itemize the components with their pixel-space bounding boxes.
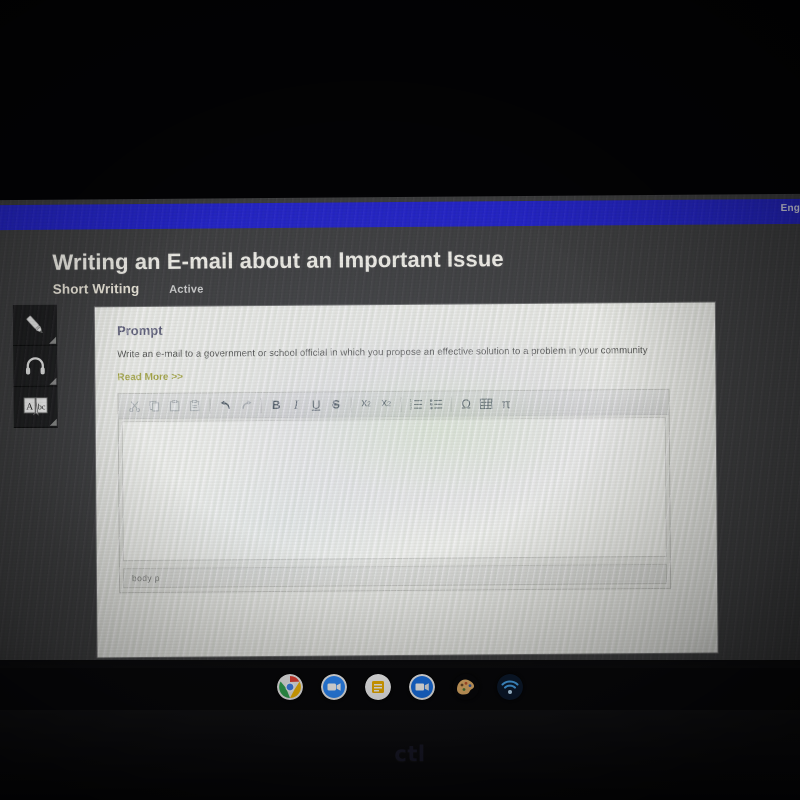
svg-text:3: 3 bbox=[410, 406, 413, 410]
tab-row: Short Writing Active bbox=[53, 281, 204, 297]
editor-element-path: body p bbox=[122, 563, 668, 589]
paste-icon[interactable] bbox=[165, 396, 184, 415]
paint-app-icon[interactable] bbox=[453, 674, 479, 700]
screen-bezel-top bbox=[0, 0, 800, 203]
copy-icon[interactable] bbox=[145, 396, 164, 415]
bulleted-list-icon[interactable] bbox=[427, 394, 446, 413]
content-panel: Prompt Write an e-mail to a government o… bbox=[94, 302, 718, 658]
language-label[interactable]: Eng bbox=[781, 203, 800, 214]
svg-text:A: A bbox=[26, 402, 33, 412]
paste-from-word-icon[interactable] bbox=[185, 396, 204, 415]
element-path-label: body p bbox=[131, 572, 160, 584]
tab-short-writing[interactable]: Short Writing bbox=[53, 281, 140, 297]
status-badge: Active bbox=[169, 283, 204, 296]
table-icon[interactable] bbox=[477, 394, 496, 413]
tool-rail: A bc bbox=[12, 304, 58, 429]
subscript-button[interactable]: x2 bbox=[357, 395, 376, 414]
photo-of-chromebook-screen: Eng Writing an E-mail about an Important… bbox=[0, 0, 800, 800]
prompt-heading: Prompt bbox=[116, 322, 163, 339]
wifi-app-icon[interactable] bbox=[497, 674, 523, 700]
editor-toolbar: B I U S x2 x2 123 Ω π bbox=[118, 389, 669, 420]
bold-button[interactable]: B bbox=[267, 395, 286, 414]
text-to-speech-tool[interactable] bbox=[13, 345, 58, 388]
pencil-icon bbox=[26, 315, 43, 333]
underline-button[interactable]: U bbox=[307, 395, 326, 414]
keep-app-icon[interactable] bbox=[365, 674, 391, 700]
svg-text:bc: bc bbox=[38, 402, 46, 411]
dictionary-icon: A bc bbox=[23, 397, 48, 416]
rich-text-editor: B I U S x2 x2 123 Ω π body p bbox=[117, 388, 672, 594]
numbered-list-icon[interactable]: 123 bbox=[407, 394, 426, 413]
chromeos-shelf bbox=[0, 668, 800, 710]
read-more-link[interactable]: Read More >> bbox=[117, 372, 183, 384]
meet-app-icon[interactable] bbox=[409, 674, 435, 700]
toolbar-separator bbox=[350, 396, 352, 412]
highlighter-tool[interactable] bbox=[12, 304, 58, 347]
prompt-text: Write an e-mail to a government or schoo… bbox=[117, 345, 648, 361]
toolbar-separator bbox=[260, 397, 262, 413]
redo-icon[interactable] bbox=[237, 396, 256, 415]
device-brand-logo: ctl bbox=[394, 742, 426, 766]
toolbar-separator bbox=[209, 397, 211, 414]
strikethrough-button[interactable]: S bbox=[327, 395, 346, 414]
zoom-app-icon[interactable] bbox=[321, 674, 347, 700]
chrome-app-icon[interactable] bbox=[277, 674, 303, 700]
undo-icon[interactable] bbox=[217, 396, 236, 415]
dictionary-tool[interactable]: A bc bbox=[13, 386, 58, 429]
special-character-button[interactable]: Ω bbox=[457, 394, 476, 413]
page-title: Writing an E-mail about an Important Iss… bbox=[52, 246, 504, 275]
superscript-button[interactable]: x2 bbox=[377, 395, 396, 414]
cut-icon[interactable] bbox=[125, 397, 144, 416]
math-button[interactable]: π bbox=[497, 394, 516, 413]
italic-button[interactable]: I bbox=[287, 395, 306, 414]
chromebook-screen: Eng Writing an E-mail about an Important… bbox=[0, 193, 800, 671]
editor-text-area[interactable] bbox=[121, 416, 667, 562]
toolbar-separator bbox=[450, 396, 452, 412]
toolbar-separator bbox=[400, 396, 402, 412]
headphones-icon bbox=[25, 357, 45, 375]
